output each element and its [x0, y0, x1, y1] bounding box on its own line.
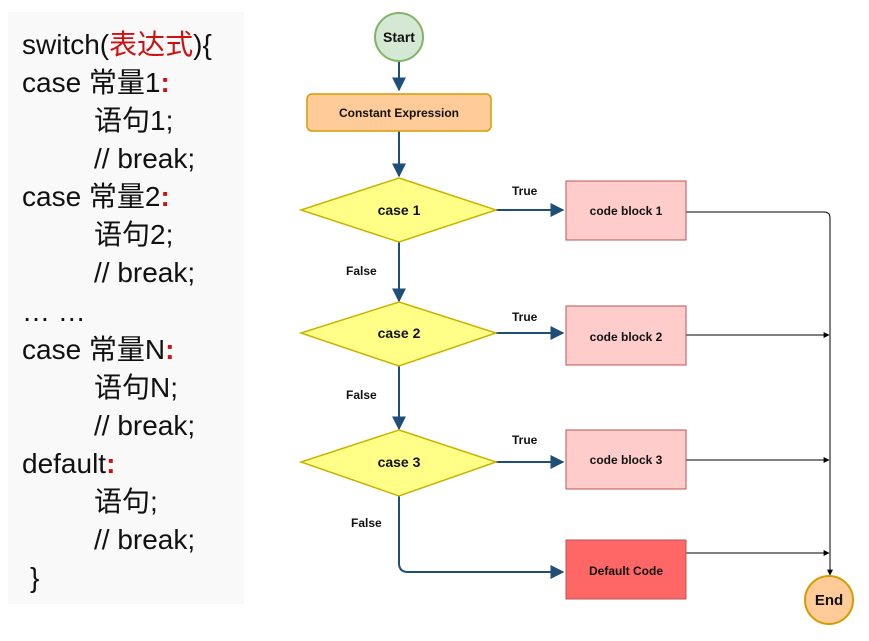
start-node: Start [374, 12, 424, 62]
case-2-decision: case 2 [298, 301, 499, 367]
end-node: End [804, 575, 854, 625]
code-block-1-label: code block 1 [590, 204, 663, 218]
edge-case-3-false [398, 496, 565, 579]
edge-label-false-1: False [346, 264, 377, 278]
edge-label-false-3: False [351, 516, 382, 530]
edge-label-false-2: False [346, 388, 377, 402]
start-label: Start [383, 29, 415, 45]
edge-label-true-3: True [512, 433, 538, 447]
code-block-3: code block 3 [565, 429, 687, 490]
edge-label-true-2: True [512, 310, 538, 324]
case-1-decision: case 1 [298, 177, 499, 243]
code-block-2: code block 2 [565, 305, 687, 366]
case-2-label: case 2 [378, 325, 421, 341]
end-label: End [815, 592, 843, 609]
code-block-2-label: code block 2 [590, 330, 663, 344]
edge-block-1-to-end [686, 211, 831, 572]
code-block-3-label: code block 3 [590, 453, 663, 467]
case-3-label: case 3 [378, 454, 421, 470]
case-3-decision: case 3 [298, 429, 499, 497]
default-code-label: Default Code [589, 564, 663, 578]
edge-label-true-1: True [512, 184, 538, 198]
constant-expression-label: Constant Expression [339, 106, 459, 120]
code-block-1: code block 1 [565, 180, 687, 241]
switch-flowchart: True True True False False False Start C… [298, 12, 854, 625]
case-1-label: case 1 [378, 202, 421, 218]
constant-expression-node: Constant Expression [306, 93, 492, 132]
default-code-block: Default Code [565, 539, 687, 600]
